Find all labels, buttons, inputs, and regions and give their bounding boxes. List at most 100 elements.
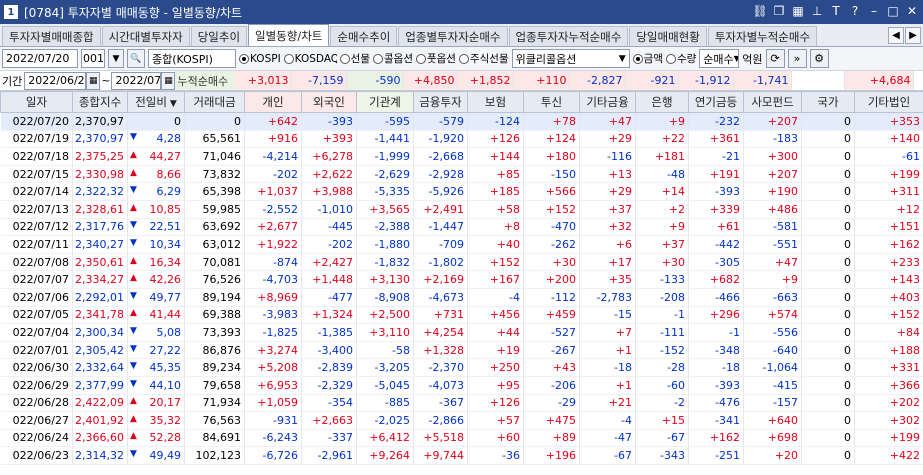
unit-radio-0[interactable]: 금액 (632, 51, 663, 66)
refresh-icon[interactable]: ⟳ (765, 49, 785, 68)
tab-3[interactable]: 일별동향/차트 (248, 24, 330, 46)
table-row[interactable]: 022/07/12 2,317,76 ▼ 22,51 63,692 +2,677 -445-… (0, 218, 923, 237)
tab-4[interactable]: 순매수추이 (330, 26, 398, 46)
from-date-field[interactable]: 2022/06/20 (24, 71, 87, 90)
sort-select[interactable]: 순매수 ▼ (699, 49, 740, 68)
maximize-icon[interactable]: □ (886, 3, 900, 19)
duplicate-icon[interactable]: ❐ (772, 3, 786, 19)
table-row[interactable]: 022/07/20 2,370,97 0 0 +642 -393 -595 -579 -124 +… (0, 112, 923, 131)
investor-value-cell: -6,726 (244, 446, 302, 465)
link-icon[interactable]: ⛓ (752, 3, 767, 19)
market-radio-0[interactable]: KOSPI (239, 51, 281, 66)
column-header-9[interactable]: 투신 (523, 91, 580, 113)
market-radio-2[interactable]: 선물 (339, 51, 370, 66)
table-row[interactable]: 022/06/27 2,401,92 ▲ 35,32 76,563 -931 +2,663-… (0, 411, 923, 430)
investor-value-cell: +196 (523, 446, 580, 465)
investor-value-cell: -2,928 (413, 165, 468, 184)
table-row[interactable]: 022/07/19 2,370,97 ▼ 4,28 65,561 +916 +393 -1,4… (0, 130, 923, 149)
table-row[interactable]: 022/07/06 2,292,01 ▼ 49,77 89,194 +8,969 -477-… (0, 288, 923, 307)
column-header-7[interactable]: 금융투자 (413, 91, 468, 113)
table-row[interactable]: 022/07/13 2,328,61 ▲ 10,85 59,985 -2,552 -1,01… (0, 200, 923, 219)
column-header-5[interactable]: 외국인 (301, 91, 357, 113)
investor-value-cell: +2 (635, 200, 689, 219)
table-row[interactable]: 022/06/23 2,314,32 ▼ 49,49 102,123 -6,726 -2,9… (0, 446, 923, 465)
column-header-1[interactable]: 종합지수 (72, 91, 128, 113)
investor-value-cell: -581 (743, 218, 802, 237)
table-row[interactable]: 022/06/30 2,332,64 ▼ 45,35 89,234 +5,208 -2,83… (0, 358, 923, 377)
settings-icon[interactable]: ⚙ (809, 49, 829, 68)
column-header-15[interactable]: 기타법인 (854, 91, 923, 113)
table-row[interactable]: 022/07/11 2,340,27 ▼ 10,34 63,012 +1,922 -202-… (0, 235, 923, 254)
column-header-13[interactable]: 사모펀드 (743, 91, 802, 113)
cumulative-sum-cell: -7,159 (292, 71, 348, 90)
investor-value-cell: +37 (635, 235, 689, 254)
column-header-2[interactable]: 전일비 ▼ (127, 91, 185, 113)
column-header-11[interactable]: 은행 (635, 91, 689, 113)
investor-value-cell: +191 (688, 165, 744, 184)
market-code-field[interactable]: 001 (81, 49, 105, 68)
investor-value-cell: +124 (523, 130, 580, 149)
sort-icon[interactable]: ▼ (167, 99, 177, 109)
table-row[interactable]: 022/06/29 2,377,99 ▼ 44,10 79,658 +6,953 -2,32… (0, 376, 923, 395)
tab-next-icon[interactable]: ▶ (905, 27, 921, 44)
text-icon[interactable]: T (829, 3, 843, 19)
tab-1[interactable]: 시간대별투자자 (101, 26, 190, 46)
table-row[interactable]: 022/07/07 2,334,27 ▲ 42,26 76,526 -4,703 +1,44… (0, 270, 923, 289)
column-header-3[interactable]: 거래대금 (184, 91, 245, 113)
tab-7[interactable]: 당일매매현황 (629, 26, 707, 46)
table-row[interactable]: 022/07/14 2,322,32 ▼ 6,29 65,398 +1,037 +3,988… (0, 182, 923, 201)
help-icon[interactable]: ? (848, 3, 862, 19)
date-cell: 022/06/24 (0, 429, 73, 448)
grid-icon[interactable]: ▦ (791, 3, 805, 19)
table-row[interactable]: 022/07/05 2,341,78 ▲ 41,44 69,388 -3,983 +1,32… (0, 306, 923, 325)
grid-container: 일자 종합지수 전일비 ▼ 거래대금 개인 외국인 기관계 금융투자 보험 투신 기타금융 은행 연기금… (0, 91, 923, 465)
market-radio-3[interactable]: 콜옵션 (373, 51, 413, 66)
next-page-icon[interactable]: » (787, 49, 807, 68)
date-field[interactable]: 2022/07/20 (2, 49, 78, 68)
tab-0[interactable]: 투자자별매매종합 (2, 26, 101, 46)
table-row[interactable]: 022/06/24 2,366,60 ▲ 52,28 84,691 -6,243 -337 +… (0, 429, 923, 448)
change-cell: ▼ 22,51 (127, 218, 185, 237)
tab-8[interactable]: 투자자별누적순매수 (707, 26, 818, 46)
column-header-10[interactable]: 기타금융 (579, 91, 636, 113)
investor-value-cell: 0 (801, 341, 855, 360)
change-cell: ▲ 52,28 (127, 429, 185, 448)
table-row[interactable]: 022/07/08 2,350,61 ▲ 16,34 70,081 -874 +2,427-… (0, 253, 923, 272)
table-row[interactable]: 022/07/18 2,375,25 ▲ 44,27 71,046 -4,214 +6,27… (0, 147, 923, 166)
table-row[interactable]: 022/07/04 2,300,34 ▼ 5,08 73,393 -1,825 -1,385… (0, 323, 923, 342)
tab-5[interactable]: 업종별투자자순매수 (398, 26, 508, 46)
column-header-8[interactable]: 보험 (467, 91, 524, 113)
index-cell: 2,350,61 (72, 253, 128, 272)
investor-value-cell: +1,328 (413, 341, 468, 360)
tab-2[interactable]: 당일추이 (190, 26, 248, 46)
index-cell: 2,305,42 (72, 341, 128, 360)
minimize-icon[interactable]: – (867, 3, 881, 19)
table-row[interactable]: 022/07/01 2,305,42 ▼ 27,22 86,876 +3,274 -3,40… (0, 341, 923, 360)
investor-value-cell: -202 (301, 235, 357, 254)
column-header-12[interactable]: 연기금등 (688, 91, 744, 113)
column-header-14[interactable]: 국가 (801, 91, 855, 113)
market-radio-4[interactable]: 풋옵션 (415, 51, 456, 66)
index-cell: 2,366,60 (72, 429, 128, 448)
tab-6[interactable]: 업종투자자누적순매수 (508, 26, 629, 46)
investor-value-cell: +1,324 (301, 306, 357, 325)
table-row[interactable]: 022/07/15 2,330,98 ▲ 8,66 73,832 -202 +2,622 -2… (0, 165, 923, 184)
close-icon[interactable]: ✕ (905, 3, 919, 19)
option-select[interactable]: 위클리콜옵션 ▼ (511, 49, 630, 68)
unit-radio-1[interactable]: 수량 (665, 51, 696, 66)
up-arrow-icon: ▲ (130, 149, 137, 160)
search-icon[interactable]: 🔍 (127, 49, 145, 68)
column-header-4[interactable]: 개인 (244, 91, 302, 113)
table-row[interactable]: 022/06/28 2,422,09 ▲ 20,17 71,934 +1,059 -354-… (0, 394, 923, 413)
calendar-icon[interactable]: ▦ (161, 71, 176, 90)
column-header-6[interactable]: 기관계 (356, 91, 414, 113)
change-cell: ▲ 20,17 (127, 394, 185, 413)
calendar-icon[interactable]: ▦ (86, 71, 101, 90)
pin-icon[interactable]: ⊥ (810, 3, 824, 19)
to-date-field[interactable]: 2022/07/20 (111, 71, 162, 90)
code-dropdown-icon[interactable]: ▼ (108, 49, 124, 68)
column-header-0[interactable]: 일자 (0, 91, 73, 113)
market-radio-5[interactable]: 주식선물 (458, 51, 509, 66)
tab-prev-icon[interactable]: ◀ (888, 27, 904, 44)
market-radio-1[interactable]: KOSDAQ (283, 51, 337, 66)
